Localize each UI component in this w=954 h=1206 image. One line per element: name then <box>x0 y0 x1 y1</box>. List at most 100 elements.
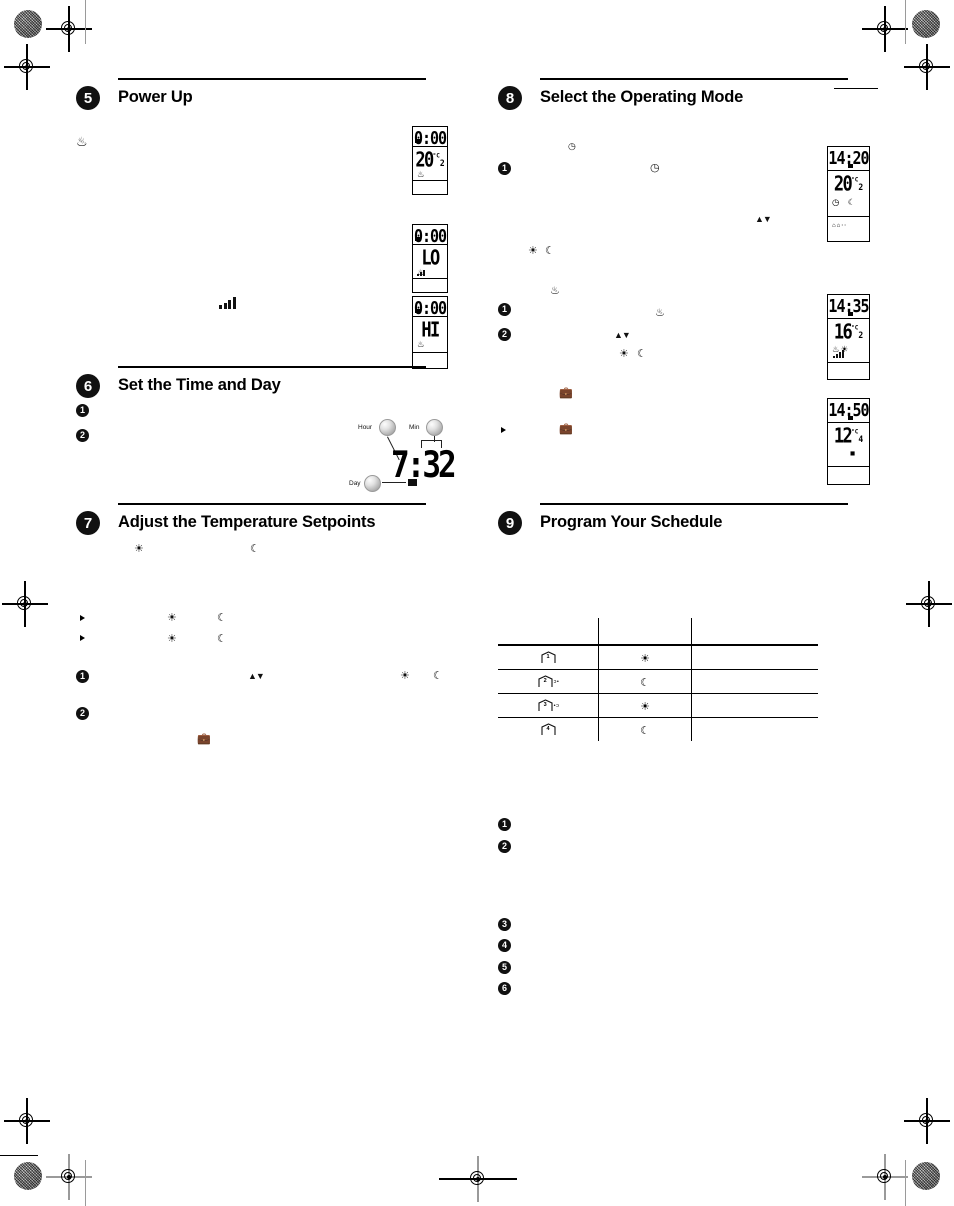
cell-setpoint: ☾ <box>598 717 692 741</box>
home-icon: 1 <box>540 651 557 664</box>
section-rule <box>118 78 426 81</box>
sun-icon: ☀ <box>640 700 650 713</box>
table-row: 1 ☀ <box>498 645 818 670</box>
section-rule <box>540 503 848 506</box>
moon-icon: ☾ <box>637 348 647 360</box>
sun-icon: ☀ <box>400 670 410 682</box>
home-icon: 2 <box>537 675 554 688</box>
cell-setpoint: ☀ <box>598 645 692 670</box>
crop-line-bottom-left <box>85 1160 87 1206</box>
lcd-decimal: 2 <box>858 182 864 193</box>
clock-icon: ◷ <box>568 141 576 151</box>
crop-line-top-left <box>85 0 87 44</box>
day-button[interactable] <box>364 475 381 492</box>
section-rule <box>118 366 426 369</box>
moon-icon: ☾ <box>640 724 650 737</box>
sun-icon: ☀ <box>167 633 177 645</box>
time-set-diagram: Hour Min Day 7:32 <box>344 408 464 498</box>
step-bullet-1b: 1 <box>498 303 511 316</box>
registration-mark-top-left-inner <box>4 44 50 90</box>
lcd-temperature: 20 <box>833 172 853 197</box>
section-number-5: 5 <box>76 86 100 110</box>
lcd-unit: °C <box>851 324 859 333</box>
lcd-unit: °C <box>851 176 859 185</box>
bullet-triangle <box>80 635 85 641</box>
section-title-set-time: Set the Time and Day <box>118 376 281 394</box>
lcd-display-mode-2: 14:35 16°C2 ♨☀ <box>827 294 870 380</box>
registration-mark-bottom-left <box>4 1098 50 1144</box>
moon-icon: ☾ <box>217 612 227 624</box>
lcd-signal-bars-icon <box>833 350 844 358</box>
day-label: Day <box>349 480 361 487</box>
registration-mark-right-middle <box>906 581 952 627</box>
step-bullet-1: 1 <box>498 162 511 175</box>
min-button[interactable] <box>426 419 443 436</box>
cell-time <box>691 693 818 718</box>
registration-mark-bottom-left-outer <box>46 1154 92 1200</box>
step-bullet-5: 5 <box>498 961 511 974</box>
lcd-decimal: 2 <box>439 158 445 169</box>
lcd-unit: °C <box>432 152 440 161</box>
up-down-arrows-icon: ▲▼ <box>614 330 631 340</box>
lcd-temperature: 12 <box>833 424 853 449</box>
signal-bars-icon <box>219 297 236 309</box>
period-number: 4 <box>546 725 550 732</box>
section-rule <box>118 503 426 506</box>
step-bullet-2: 2 <box>76 429 89 442</box>
lcd-day-marker <box>415 237 420 241</box>
step-bullet-1: 1 <box>76 670 89 683</box>
lcd-day-marker <box>415 309 420 313</box>
lcd-temperature: HI <box>421 318 440 343</box>
section-number-6: 6 <box>76 374 100 398</box>
sun-icon: ☀ <box>134 543 144 555</box>
suitcase-icon: 💼 <box>559 423 573 435</box>
color-swatch-top-right <box>912 10 940 38</box>
color-swatch-bottom-left <box>14 1162 42 1190</box>
section-number-7: 7 <box>76 511 100 535</box>
schedule-table: 1 ☀ 2 ɔ• ☾ 3 •ɔ ☀ 4 ☾ <box>498 618 818 741</box>
lcd-day-marker <box>848 312 853 316</box>
bullet-triangle <box>80 615 85 621</box>
step-bullet-2: 2 <box>498 328 511 341</box>
lcd-day-marker <box>848 416 853 420</box>
cell-time <box>691 669 818 694</box>
table-row: 4 ☾ <box>498 717 819 742</box>
registration-mark-left-middle <box>2 581 48 627</box>
min-leader-line <box>434 436 435 442</box>
period-number: 2 <box>543 677 547 684</box>
cell-period: 4 <box>498 717 599 741</box>
period-mark: •ɔ <box>553 702 560 709</box>
crop-line-bottom-left-h <box>0 1155 38 1157</box>
hour-label: Hour <box>358 424 373 431</box>
hour-button[interactable] <box>379 419 396 436</box>
lcd-day-marker <box>848 164 853 168</box>
suitcase-icon: 💼 <box>197 733 211 745</box>
lcd-display-power-up-2: 0:00 LO ♨ <box>412 224 448 293</box>
step-bullet-6: 6 <box>498 982 511 995</box>
period-mark: ɔ• <box>553 678 560 685</box>
lcd-display-mode-3: 14:50 12°C4 ■ <box>827 398 870 485</box>
moon-icon: ☾ <box>433 670 443 682</box>
sun-icon: ☀ <box>640 652 650 665</box>
section-rule <box>540 78 848 81</box>
registration-mark-bottom-center <box>439 1156 517 1202</box>
period-number: 3 <box>543 701 547 708</box>
header-cell-setpoint <box>598 618 692 646</box>
bullet-triangle <box>501 427 506 433</box>
moon-icon: ☾ <box>217 633 227 645</box>
sun-icon: ☀ <box>619 348 629 360</box>
suitcase-icon: 💼 <box>559 387 573 399</box>
registration-mark-top-left <box>46 6 92 52</box>
moon-icon: ☾ <box>640 676 650 689</box>
step-bullet-2: 2 <box>498 840 511 853</box>
moon-icon: ☾ <box>250 543 260 555</box>
step-bullet-4: 4 <box>498 939 511 952</box>
section-title-adjust-setpoints: Adjust the Temperature Setpoints <box>118 513 376 531</box>
lcd-temperature: 20 <box>415 148 434 173</box>
cell-setpoint: ☾ <box>598 669 692 694</box>
cell-time <box>692 718 819 742</box>
cell-time <box>691 645 818 670</box>
lcd-unit: °C <box>851 428 859 437</box>
lcd-display-power-up-1: 0:00 20°C2 ♨ <box>412 126 448 195</box>
step-bullet-1: 1 <box>76 404 89 417</box>
